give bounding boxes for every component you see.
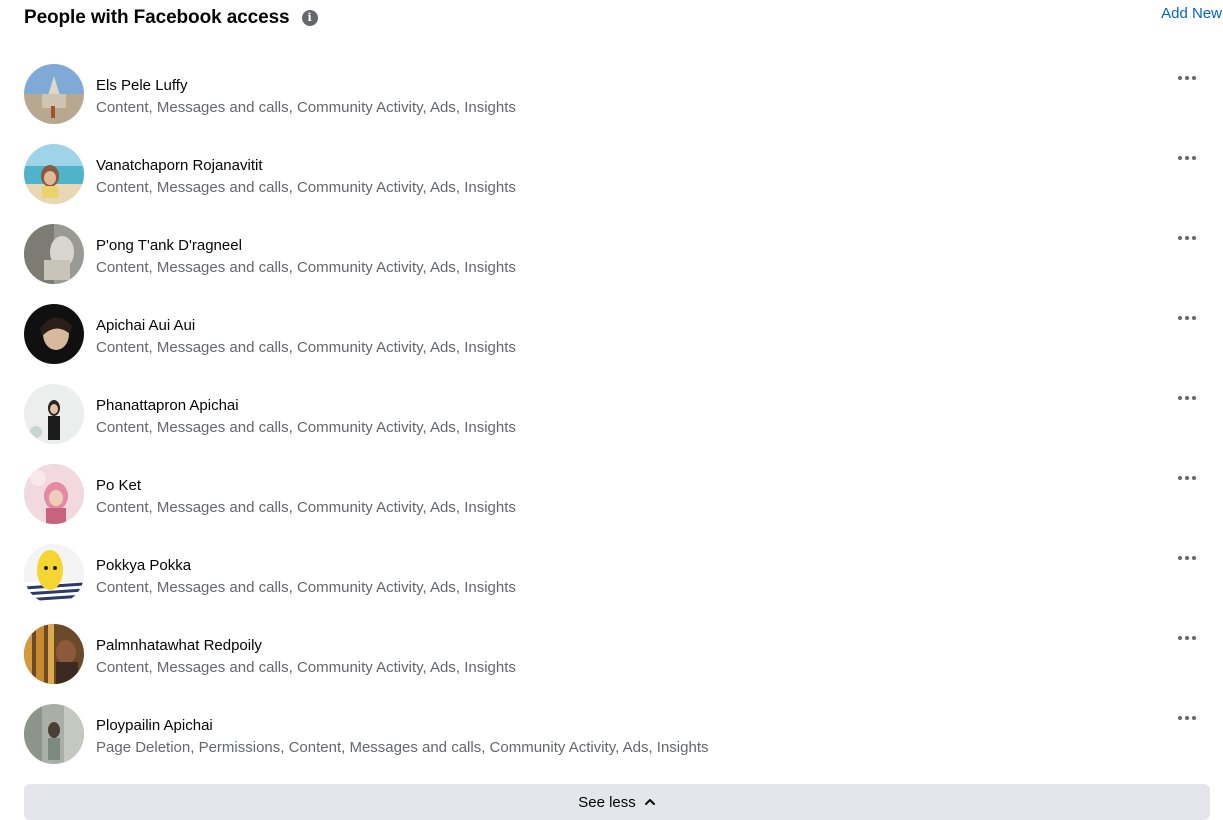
section-title: People with Facebook access — [24, 7, 290, 28]
avatar[interactable] — [24, 384, 84, 444]
list-item: Phanattapron Apichai Content, Messages a… — [24, 384, 1199, 464]
avatar[interactable] — [24, 144, 84, 204]
more-options-icon[interactable] — [1177, 470, 1197, 486]
person-permissions: Content, Messages and calls, Community A… — [96, 259, 516, 276]
more-options-icon[interactable] — [1177, 710, 1197, 726]
person-name: Ploypailin Apichai — [96, 717, 213, 734]
avatar[interactable] — [24, 64, 84, 124]
facebook-access-panel: People with Facebook access i Add New El… — [0, 0, 1223, 820]
avatar[interactable] — [24, 544, 84, 604]
person-permissions: Content, Messages and calls, Community A… — [96, 419, 516, 436]
list-item: Po Ket Content, Messages and calls, Comm… — [24, 464, 1199, 544]
person-permissions: Content, Messages and calls, Community A… — [96, 659, 516, 676]
person-permissions: Content, Messages and calls, Community A… — [96, 179, 516, 196]
more-options-icon[interactable] — [1177, 310, 1197, 326]
avatar[interactable] — [24, 224, 84, 284]
person-name: Apichai Aui Aui — [96, 317, 196, 334]
more-options-icon[interactable] — [1177, 70, 1197, 86]
list-item: P'ong T'ank D'ragneel Content, Messages … — [24, 224, 1199, 304]
list-item: Palmnhatawhat Redpoily Content, Messages… — [24, 624, 1199, 704]
person-name: Els Pele Luffy — [96, 77, 188, 94]
person-permissions: Content, Messages and calls, Community A… — [96, 99, 516, 116]
more-options-icon[interactable] — [1177, 630, 1197, 646]
avatar[interactable] — [24, 304, 84, 364]
person-permissions: Content, Messages and calls, Community A… — [96, 499, 516, 516]
chevron-up-icon — [644, 799, 655, 805]
more-options-icon[interactable] — [1177, 390, 1197, 406]
person-name: Po Ket — [96, 477, 142, 494]
list-item: Apichai Aui Aui Content, Messages and ca… — [24, 304, 1199, 384]
person-permissions: Content, Messages and calls, Community A… — [96, 579, 516, 596]
list-item: Vanatchaporn Rojanavitit Content, Messag… — [24, 144, 1199, 224]
see-less-label: See less — [578, 793, 636, 811]
avatar[interactable] — [24, 464, 84, 524]
avatar[interactable] — [24, 624, 84, 684]
avatar[interactable] — [24, 704, 84, 764]
person-name: Phanattapron Apichai — [96, 397, 239, 414]
person-permissions: Content, Messages and calls, Community A… — [96, 339, 516, 356]
more-options-icon[interactable] — [1177, 550, 1197, 566]
people-list: Els Pele Luffy Content, Messages and cal… — [24, 64, 1199, 784]
info-icon[interactable]: i — [301, 10, 318, 26]
person-name: Vanatchaporn Rojanavitit — [96, 157, 263, 174]
person-permissions: Page Deletion, Permissions, Content, Mes… — [96, 739, 709, 756]
add-new-link[interactable]: Add New — [1161, 5, 1222, 22]
more-options-icon[interactable] — [1177, 230, 1197, 246]
person-name: Palmnhatawhat Redpoily — [96, 637, 262, 654]
section-header: People with Facebook access i — [24, 4, 1199, 32]
more-options-icon[interactable] — [1177, 150, 1197, 166]
see-less-button[interactable]: See less — [24, 784, 1210, 820]
list-item: Pokkya Pokka Content, Messages and calls… — [24, 544, 1199, 624]
list-item: Els Pele Luffy Content, Messages and cal… — [24, 64, 1199, 144]
person-name: Pokkya Pokka — [96, 557, 192, 574]
person-name: P'ong T'ank D'ragneel — [96, 237, 242, 254]
list-item: Ploypailin Apichai Page Deletion, Permis… — [24, 704, 1199, 784]
